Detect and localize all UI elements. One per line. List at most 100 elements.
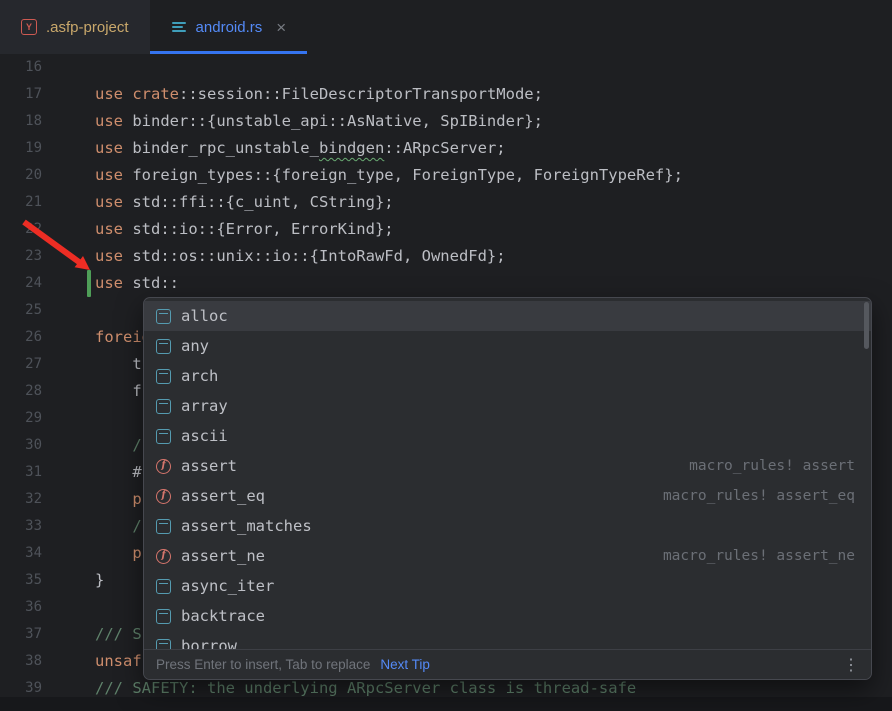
completion-popup: alloc any arch array ascii assert macro_rules!… xyxy=(143,297,872,680)
line-number[interactable]: 35 xyxy=(0,567,42,594)
code-token: f xyxy=(95,382,142,400)
popup-scrollbar[interactable] xyxy=(864,301,869,646)
code-line[interactable]: 19 use binder_rpc_unstable_bindgen::ARpcS… xyxy=(0,135,892,162)
code-token: std:: xyxy=(132,274,179,292)
macro-icon xyxy=(156,489,171,504)
line-number[interactable]: 32 xyxy=(0,486,42,513)
line-number[interactable]: 34 xyxy=(0,540,42,567)
code-token: / xyxy=(95,517,142,535)
macro-icon xyxy=(156,549,171,564)
line-number[interactable]: 29 xyxy=(0,405,42,432)
completion-item-assert[interactable]: assert macro_rules! assert xyxy=(144,451,871,481)
code-token: / xyxy=(95,436,142,454)
yaml-file-icon: Y xyxy=(21,19,37,35)
more-options-icon[interactable]: ⋮ xyxy=(843,655,859,675)
completion-item-label: alloc xyxy=(181,307,228,325)
module-icon xyxy=(156,369,171,384)
code-text: use std::os::unix::io::{IntoRawFd, Owned… xyxy=(95,243,506,270)
code-text: use std::ffi::{c_uint, CString}; xyxy=(95,189,394,216)
code-line[interactable]: 23use std::os::unix::io::{IntoRawFd, Own… xyxy=(0,243,892,270)
line-number[interactable]: 30 xyxy=(0,432,42,459)
tab-label-asfp-project: .asfp-project xyxy=(46,19,129,36)
completion-item-borrow[interactable]: borrow xyxy=(144,631,871,649)
tab-asfp-project[interactable]: Y .asfp-project xyxy=(0,0,150,54)
code-line[interactable]: 17 use crate::session::FileDescriptorTran… xyxy=(0,81,892,108)
completion-item-any[interactable]: any xyxy=(144,331,871,361)
line-number[interactable]: 28 xyxy=(0,378,42,405)
line-number[interactable]: 18 xyxy=(0,108,42,135)
code-text: unsaf xyxy=(95,648,142,675)
completion-item-assert_ne[interactable]: assert_ne macro_rules! assert_ne xyxy=(144,541,871,571)
tab-android-rs[interactable]: android.rs × xyxy=(150,0,308,54)
completion-item-ascii[interactable]: ascii xyxy=(144,421,871,451)
close-tab-icon[interactable]: × xyxy=(276,19,286,36)
line-number[interactable]: 16 xyxy=(0,54,42,81)
scrollbar-thumb[interactable] xyxy=(864,302,869,349)
code-line[interactable]: 21 use std::ffi::{c_uint, CString}; xyxy=(0,189,892,216)
completion-item-array[interactable]: array xyxy=(144,391,871,421)
code-token: } xyxy=(95,571,104,589)
completion-item-backtrace[interactable]: backtrace xyxy=(144,601,871,631)
code-text: use std:: xyxy=(95,270,179,297)
completion-item-label: assert_eq xyxy=(181,487,265,505)
tab-label-android-rs: android.rs xyxy=(196,19,263,36)
completion-item-alloc[interactable]: alloc xyxy=(144,301,871,331)
code-line[interactable]: 24use std:: xyxy=(0,270,892,297)
completion-item-async_iter[interactable]: async_iter xyxy=(144,571,871,601)
completion-item-arch[interactable]: arch xyxy=(144,361,871,391)
module-icon xyxy=(156,339,171,354)
completion-hint-text: Press Enter to insert, Tab to replace xyxy=(156,657,370,672)
code-text: use crate::session::FileDescriptorTransp… xyxy=(95,81,543,108)
code-token: p xyxy=(95,544,142,562)
completion-item-label: assert_ne xyxy=(181,547,265,565)
line-number[interactable]: 21 xyxy=(0,189,42,216)
code-token: /// SAFETY: the underlying ARpcServer cl… xyxy=(95,679,636,697)
code-text: t xyxy=(95,351,142,378)
completion-item-label: any xyxy=(181,337,209,355)
completion-item-label: async_iter xyxy=(181,577,274,595)
code-text: p xyxy=(95,540,142,567)
red-arrow-annotation xyxy=(12,214,102,284)
code-token: # xyxy=(95,463,142,481)
next-tip-link[interactable]: Next Tip xyxy=(380,657,430,672)
completion-item-assert_matches[interactable]: assert_matches xyxy=(144,511,871,541)
module-icon xyxy=(156,609,171,624)
completion-item-label: assert xyxy=(181,457,237,475)
code-text: /// S xyxy=(95,621,142,648)
line-number[interactable]: 25 xyxy=(0,297,42,324)
completion-footer: Press Enter to insert, Tab to replace Ne… xyxy=(144,649,871,679)
line-number[interactable]: 33 xyxy=(0,513,42,540)
line-number[interactable]: 36 xyxy=(0,594,42,621)
code-token: ::ARpcServer; xyxy=(384,139,505,157)
code-token: use xyxy=(95,139,132,157)
line-number[interactable]: 19 xyxy=(0,135,42,162)
code-text: use foreign_types::{foreign_type, Foreig… xyxy=(95,162,683,189)
bottom-strip xyxy=(0,697,892,711)
completion-item-hint: macro_rules! assert_ne xyxy=(663,548,855,564)
macro-icon xyxy=(156,459,171,474)
code-line[interactable]: 22use std::io::{Error, ErrorKind}; xyxy=(0,216,892,243)
completion-item-label: array xyxy=(181,397,228,415)
code-line[interactable]: 18use binder::{unstable_api::AsNative, S… xyxy=(0,108,892,135)
line-number[interactable]: 31 xyxy=(0,459,42,486)
completion-item-hint: macro_rules! assert_eq xyxy=(663,488,855,504)
completion-list: alloc any arch array ascii assert macro_rules!… xyxy=(144,298,871,649)
line-number[interactable]: 26 xyxy=(0,324,42,351)
completion-item-hint: macro_rules! assert xyxy=(689,458,855,474)
line-number[interactable]: 38 xyxy=(0,648,42,675)
code-token: std::io::{Error, ErrorKind}; xyxy=(132,220,393,238)
line-number[interactable]: 37 xyxy=(0,621,42,648)
code-text: use binder_rpc_unstable_bindgen::ARpcSer… xyxy=(95,135,506,162)
completion-item-assert_eq[interactable]: assert_eq macro_rules! assert_eq xyxy=(144,481,871,511)
completion-item-label: backtrace xyxy=(181,607,265,625)
code-line[interactable]: 20 use foreign_types::{foreign_type, Fore… xyxy=(0,162,892,189)
code-token: use xyxy=(95,166,132,184)
line-number[interactable]: 20 xyxy=(0,162,42,189)
code-token: p xyxy=(95,490,142,508)
line-number[interactable]: 17 xyxy=(0,81,42,108)
code-line[interactable]: 16 xyxy=(0,54,892,81)
module-icon xyxy=(156,579,171,594)
code-token: t xyxy=(95,355,142,373)
line-number[interactable]: 27 xyxy=(0,351,42,378)
completion-item-label: assert_matches xyxy=(181,517,312,535)
